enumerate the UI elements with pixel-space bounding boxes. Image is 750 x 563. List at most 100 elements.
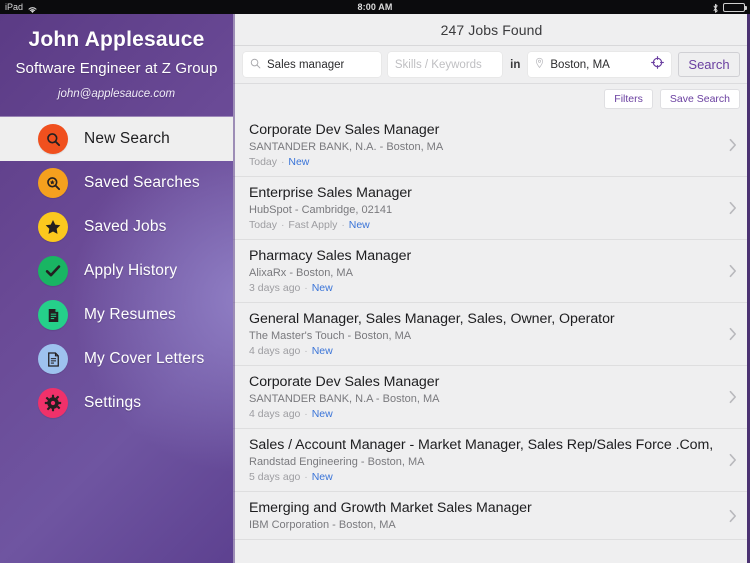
sidebar-item-label: My Cover Letters — [84, 350, 205, 367]
job-company-location: IBM Corporation - Boston, MA — [249, 519, 396, 531]
job-tag: New — [311, 408, 333, 420]
job-age: 4 days ago — [249, 408, 301, 420]
sidebar-item-new-search[interactable]: New Search — [0, 116, 233, 161]
job-title: General Manager, Sales Manager, Sales, O… — [249, 311, 615, 327]
chevron-right-icon — [729, 327, 737, 341]
sidebar: John Applesauce Software Engineer at Z G… — [0, 14, 233, 563]
chevron-right-icon — [729, 453, 737, 467]
search-icon — [250, 56, 261, 74]
in-label: in — [510, 58, 521, 71]
job-age: 5 days ago — [249, 471, 301, 483]
status-bar-right — [712, 2, 747, 14]
profile-block: John Applesauce Software Engineer at Z G… — [0, 14, 233, 100]
sidebar-divider — [233, 14, 235, 563]
filters-button[interactable]: Filters — [604, 89, 653, 109]
sidebar-item-saved-jobs[interactable]: Saved Jobs — [0, 205, 233, 249]
sidebar-item-apply-history[interactable]: Apply History — [0, 249, 233, 293]
job-title: Corporate Dev Sales Manager — [249, 122, 440, 138]
sidebar-item-label: My Resumes — [84, 306, 176, 323]
job-list-item[interactable]: Corporate Dev Sales Manager SANTANDER BAN… — [233, 366, 750, 429]
location-input-value: Boston, MA — [550, 58, 610, 71]
job-age: Today — [249, 219, 278, 231]
ipad-screen: iPad 8:00 AM John Applesauce Software En… — [0, 0, 750, 563]
sidebar-item-label: Apply History — [84, 262, 178, 279]
sidebar-item-saved-searches[interactable]: Saved Searches — [0, 161, 233, 205]
star-icon — [38, 212, 68, 242]
sidebar-item-my-cover-letters[interactable]: My Cover Letters — [0, 337, 233, 381]
meta-separator: · — [278, 219, 288, 231]
document-icon — [38, 300, 68, 330]
letter-icon — [38, 344, 68, 374]
main-pane: 247 Jobs Found Sales manager Skills / Ke… — [233, 14, 750, 563]
search-icon — [38, 124, 68, 154]
skills-field[interactable]: Skills / Keywords — [387, 52, 503, 77]
check-icon — [38, 256, 68, 286]
keyword-input-value: Sales manager — [267, 58, 345, 71]
meta-separator: · — [301, 471, 311, 483]
meta-separator: · — [301, 408, 311, 420]
location-field[interactable]: Boston, MA — [528, 52, 671, 77]
chevron-right-icon — [729, 390, 737, 404]
job-title: Enterprise Sales Manager — [249, 185, 412, 201]
job-age: Today — [249, 156, 278, 168]
job-title: Sales / Account Manager - Market Manager… — [249, 437, 714, 453]
job-meta: 4 days ago · New — [249, 408, 716, 420]
profile-email: john@applesauce.com — [57, 88, 176, 100]
job-meta: 4 days ago · New — [249, 345, 716, 357]
crosshair-icon[interactable] — [651, 55, 664, 74]
jobs-header: 247 Jobs Found — [233, 14, 750, 46]
job-company-location: The Master's Touch - Boston, MA — [249, 330, 412, 342]
job-age: 4 days ago — [249, 345, 301, 357]
sidebar-item-label: New Search — [84, 130, 170, 147]
profile-title: Software Engineer at Z Group — [15, 60, 218, 77]
meta-separator: · — [301, 345, 311, 357]
job-title: Corporate Dev Sales Manager — [249, 374, 440, 390]
gear-icon — [38, 388, 68, 418]
search-button[interactable]: Search — [678, 52, 740, 77]
profile-name: John Applesauce — [28, 28, 205, 51]
status-bar: iPad 8:00 AM — [0, 0, 750, 14]
job-meta: 5 days ago · New — [249, 471, 716, 483]
job-tag: New — [311, 471, 333, 483]
skills-input-placeholder: Skills / Keywords — [394, 58, 482, 71]
sidebar-item-label: Settings — [84, 394, 142, 411]
battery-icon — [723, 2, 747, 12]
sidebar-item-label: Saved Searches — [84, 174, 200, 191]
sidebar-item-my-resumes[interactable]: My Resumes — [0, 293, 233, 337]
job-meta: Today · Fast Apply · New — [249, 219, 716, 231]
meta-separator: · — [301, 282, 311, 294]
sidebar-item-label: Saved Jobs — [84, 218, 167, 235]
job-title: Pharmacy Sales Manager — [249, 248, 412, 264]
saved-search-icon — [38, 168, 68, 198]
job-tag: Fast Apply — [288, 219, 338, 231]
job-meta: Today · New — [249, 156, 716, 168]
job-company-location: HubSpot - Cambridge, 02141 — [249, 204, 393, 216]
job-company-location: AlixaRx - Boston, MA — [249, 267, 353, 279]
chevron-right-icon — [729, 201, 737, 215]
map-pin-icon — [535, 56, 544, 74]
clock: 8:00 AM — [357, 2, 393, 12]
jobs-found-count: 247 Jobs Found — [440, 21, 543, 38]
job-list-item[interactable]: Emerging and Growth Market Sales Manager… — [233, 492, 750, 540]
job-company-location: SANTANDER BANK, N.A. - Boston, MA — [249, 141, 444, 153]
job-tag: New — [311, 345, 333, 357]
job-list-item[interactable]: General Manager, Sales Manager, Sales, O… — [233, 303, 750, 366]
job-list-item[interactable]: Enterprise Sales Manager HubSpot - Cambri… — [233, 177, 750, 240]
job-company-location: SANTANDER BANK, N.A - Boston, MA — [249, 393, 440, 405]
sidebar-item-settings[interactable]: Settings — [0, 381, 233, 425]
bluetooth-icon — [712, 3, 719, 14]
search-bar: Sales manager Skills / Keywords in Bosto… — [233, 46, 750, 84]
job-list-item[interactable]: Corporate Dev Sales Manager SANTANDER BAN… — [233, 114, 750, 177]
keyword-field[interactable]: Sales manager — [243, 52, 381, 77]
sidebar-menu: New Search Saved Searches Saved Jobs Apply … — [0, 116, 233, 425]
job-tag: New — [288, 156, 310, 168]
job-list-item[interactable]: Pharmacy Sales Manager AlixaRx - Boston, … — [233, 240, 750, 303]
job-tag: New — [311, 282, 333, 294]
save-search-button[interactable]: Save Search — [659, 89, 740, 109]
job-age: 3 days ago — [249, 282, 301, 294]
job-company-location: Randstad Engineering - Boston, MA — [249, 456, 425, 468]
job-tag: New — [348, 219, 370, 231]
job-title: Emerging and Growth Market Sales Manager — [249, 500, 532, 516]
job-results-list: Corporate Dev Sales Manager SANTANDER BAN… — [233, 114, 750, 540]
job-list-item[interactable]: Sales / Account Manager - Market Manager… — [233, 429, 750, 492]
